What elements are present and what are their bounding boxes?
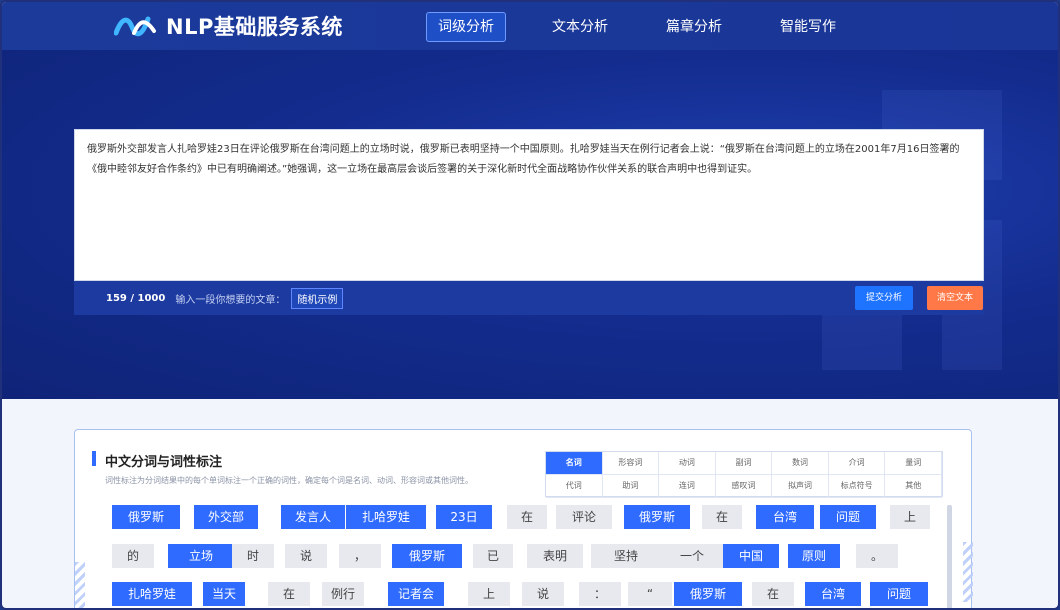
pos-legend: 名词 形容词 动词 副词 数词 介词 量词 代词 助词 连词 感叹词 拟声词 标… (545, 451, 943, 498)
token-chip[interactable]: 例行 (322, 582, 364, 606)
token-chip[interactable]: 23日 (436, 505, 492, 529)
app-title: NLP基础服务系统 (166, 15, 343, 39)
token-chip[interactable]: 一个 (658, 544, 726, 568)
token-chip[interactable]: 问题 (870, 582, 928, 606)
pos-tag-classifier[interactable]: 量词 (885, 452, 942, 475)
token-chip[interactable]: 坚持 (591, 544, 661, 568)
submit-button[interactable]: 提交分析 (855, 286, 913, 310)
token-chip[interactable]: 俄罗斯 (674, 582, 742, 606)
pos-tag-particle[interactable]: 助词 (602, 475, 660, 498)
token-chip[interactable]: 俄罗斯 (392, 544, 462, 568)
section-marker (92, 451, 96, 466)
token-chip[interactable]: ， (339, 544, 381, 568)
decor-stripes (75, 562, 85, 608)
pos-tag-interjection[interactable]: 感叹词 (715, 475, 773, 498)
pos-tag-punctuation[interactable]: 标点符号 (828, 475, 886, 498)
tab-word-analysis[interactable]: 词级分析 (426, 12, 506, 42)
text-input-area[interactable]: 俄罗斯外交部发言人扎哈罗娃23日在评论俄罗斯在台湾问题上的立场时说，俄罗斯已表明… (74, 129, 984, 281)
pos-tag-pronoun[interactable]: 代词 (546, 475, 603, 498)
token-chip[interactable]: 台湾 (756, 505, 814, 529)
token-chip[interactable]: 上 (468, 582, 510, 606)
char-count: 159 / 1000 (106, 292, 166, 304)
token-chip[interactable]: 已 (473, 544, 513, 568)
top-nav: NLP基础服务系统 词级分析 文本分析 篇章分析 智能写作 (2, 2, 1058, 50)
token-chip[interactable]: 上 (890, 505, 930, 529)
token-chip[interactable]: 在 (702, 505, 742, 529)
app-frame: NLP基础服务系统 词级分析 文本分析 篇章分析 智能写作 俄罗斯外交部发言人扎… (0, 0, 1060, 610)
token-chip[interactable]: 的 (112, 544, 154, 568)
token-chip[interactable]: 扎哈罗娃 (346, 505, 426, 529)
random-example-button[interactable]: 随机示例 (291, 287, 344, 309)
tab-text-analysis[interactable]: 文本分析 (540, 12, 620, 42)
token-chip[interactable]: 在 (268, 582, 310, 606)
token-chip[interactable]: 台湾 (805, 582, 861, 606)
logo: NLP基础服务系统 (114, 11, 343, 41)
pos-tag-verb[interactable]: 动词 (659, 452, 716, 475)
pos-tag-preposition[interactable]: 介词 (828, 452, 886, 475)
token-chip[interactable]: 问题 (820, 505, 876, 529)
pos-tag-onomatopoeia[interactable]: 拟声词 (772, 475, 829, 498)
token-chip[interactable]: 说 (522, 582, 564, 606)
token-chip[interactable]: 。 (856, 544, 898, 568)
pos-tag-numeral[interactable]: 数词 (772, 452, 829, 475)
section-description: 词性标注为分词结果中的每个单词标注一个正确的词性，确定每个词是名词、动词、形容词… (105, 476, 473, 485)
main-menu: 词级分析 文本分析 篇章分析 智能写作 (426, 12, 882, 42)
input-hint: 输入一段你想要的文章： (175, 294, 286, 306)
token-chip[interactable]: 俄罗斯 (112, 505, 180, 529)
pos-tag-noun[interactable]: 名词 (546, 452, 603, 475)
token-chip[interactable]: 立场 (168, 544, 234, 568)
section-title: 中文分词与词性标注 (105, 455, 223, 470)
token-chip[interactable]: 外交部 (194, 505, 258, 529)
editor-toolbar: 159 / 1000 输入一段你想要的文章： 随机示例 (74, 281, 984, 315)
pos-tag-adverb[interactable]: 副词 (715, 452, 773, 475)
clear-button[interactable]: 清空文本 (927, 286, 983, 310)
wave-logo-icon (114, 16, 156, 37)
token-chip[interactable]: 记者会 (388, 582, 444, 606)
tab-discourse-analysis[interactable]: 篇章分析 (654, 12, 734, 42)
token-chip[interactable]: 时 (232, 544, 274, 568)
token-chip[interactable]: 俄罗斯 (624, 505, 690, 529)
token-chip[interactable]: 在 (752, 582, 794, 606)
token-chip[interactable]: “ (628, 582, 672, 606)
scrollbar[interactable] (947, 505, 952, 608)
input-text: 俄罗斯外交部发言人扎哈罗娃23日在评论俄罗斯在台湾问题上的立场时说，俄罗斯已表明… (87, 144, 960, 175)
token-chip[interactable]: 中国 (723, 544, 779, 568)
token-chip[interactable]: 当天 (203, 582, 245, 606)
token-chip[interactable]: 表明 (527, 544, 583, 568)
tab-smart-writing[interactable]: 智能写作 (768, 12, 848, 42)
decor-stripes (963, 542, 973, 602)
pos-tag-other[interactable]: 其他 (885, 475, 942, 498)
pos-tag-conjunction[interactable]: 连词 (659, 475, 716, 498)
token-chip[interactable]: 在 (507, 505, 547, 529)
token-chip[interactable]: ： (579, 582, 621, 606)
token-chip[interactable]: 评论 (556, 505, 612, 529)
token-chip[interactable]: 扎哈罗娃 (112, 582, 192, 606)
token-chip[interactable]: 原则 (788, 544, 840, 568)
token-chip[interactable]: 发言人 (281, 505, 345, 529)
token-chip[interactable]: 说 (285, 544, 327, 568)
pos-tag-adjective[interactable]: 形容词 (602, 452, 660, 475)
